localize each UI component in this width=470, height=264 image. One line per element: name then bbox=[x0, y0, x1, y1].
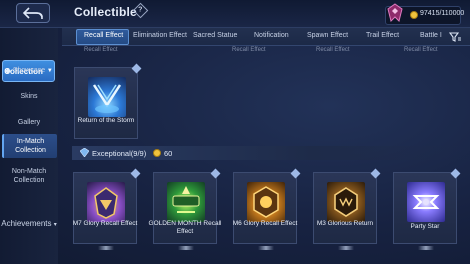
return-of-the-storm-thumbnail bbox=[88, 77, 126, 117]
coin-icon bbox=[153, 149, 161, 157]
sidebar: Collection ▼ Showcase Skins Gallery In-M… bbox=[0, 28, 58, 264]
row-separator bbox=[98, 246, 114, 250]
rank-emblem-icon bbox=[387, 3, 403, 22]
partial-item-label: Recall Effect bbox=[404, 47, 438, 53]
row-separator bbox=[418, 246, 434, 250]
sidebar-item-non-match-collection[interactable]: Non-Match Collection bbox=[0, 167, 58, 185]
collection-card[interactable] bbox=[74, 63, 142, 139]
m3-emblem-icon bbox=[334, 187, 358, 217]
storm-icon bbox=[92, 84, 122, 113]
partial-item-label: Recall Effect bbox=[316, 47, 350, 53]
exceptional-gem-icon bbox=[80, 148, 89, 157]
golden-month-thumbnail bbox=[167, 182, 205, 222]
party-star-thumbnail bbox=[407, 182, 445, 222]
back-arrow-icon bbox=[22, 7, 43, 19]
sidebar-item-gallery[interactable]: Gallery bbox=[0, 118, 58, 127]
info-glyph: ? bbox=[138, 7, 143, 14]
card-name: Return of the Storm bbox=[77, 117, 135, 124]
partial-item-label: Recall Effect bbox=[232, 47, 266, 53]
partial-item-label: Recall Effect bbox=[84, 47, 118, 53]
back-button[interactable] bbox=[16, 3, 50, 23]
tab-elimination-effect[interactable]: Elimination Effect bbox=[133, 32, 187, 39]
corner-gem-icon bbox=[370, 168, 381, 179]
top-bar: Collectible ? 97415/110000 bbox=[0, 0, 470, 28]
row-separator bbox=[178, 246, 194, 250]
currency-value: 97415/110000 bbox=[420, 10, 465, 17]
filter-button[interactable] bbox=[448, 30, 462, 44]
m6-emblem-icon bbox=[253, 186, 279, 218]
sidebar-item-achievements[interactable]: Achievements ▾ bbox=[0, 219, 58, 228]
card-name: M3 Glorious Return bbox=[316, 220, 374, 227]
tab-trail-effect[interactable]: Trail Effect bbox=[366, 32, 399, 39]
m3-glorious-return-thumbnail bbox=[327, 182, 365, 222]
collection-card[interactable] bbox=[393, 168, 461, 244]
card-name: M7 Glory Recall Effect bbox=[72, 220, 138, 227]
tab-notification[interactable]: Notification bbox=[254, 32, 289, 39]
collection-card[interactable] bbox=[73, 168, 141, 244]
chevron-down-icon: ▾ bbox=[53, 222, 57, 228]
filter-icon bbox=[449, 32, 461, 42]
m7-emblem-icon bbox=[94, 187, 118, 219]
page-title: Collectible bbox=[74, 5, 137, 19]
party-star-emblem-icon bbox=[412, 195, 440, 209]
section-count: 60 bbox=[164, 149, 173, 158]
m6-glory-thumbnail bbox=[247, 182, 285, 222]
sidebar-item-in-match-collection[interactable]: In-Match Collection bbox=[2, 134, 57, 158]
coin-icon bbox=[410, 11, 418, 19]
card-name: Party Star bbox=[410, 223, 440, 230]
sidebar-achievements-label: Achievements bbox=[1, 219, 52, 228]
corner-gem-icon bbox=[131, 63, 142, 74]
collection-card[interactable] bbox=[233, 168, 301, 244]
sidebar-item-showcase[interactable]: Showcase bbox=[0, 66, 58, 75]
card-name: M6 Glory Recall Effect bbox=[232, 220, 298, 227]
golden-month-emblem-icon bbox=[172, 186, 200, 213]
collection-card[interactable] bbox=[313, 168, 381, 244]
sidebar-item-label: In-Match Collection bbox=[15, 138, 46, 154]
corner-gem-icon bbox=[290, 168, 301, 179]
tab-battle[interactable]: Battle I bbox=[420, 32, 444, 39]
sidebar-item-skins[interactable]: Skins bbox=[0, 92, 58, 101]
m7-glory-thumbnail bbox=[87, 182, 125, 222]
row-separator bbox=[338, 246, 354, 250]
tab-recall-effect[interactable]: Recall Effect bbox=[84, 32, 123, 39]
tab-sacred-statue[interactable]: Sacred Statue bbox=[193, 32, 237, 39]
card-name: GOLDEN MONTH Recall Effect bbox=[148, 220, 222, 235]
tab-spawn-effect[interactable]: Spawn Effect bbox=[307, 32, 348, 39]
corner-gem-icon bbox=[130, 168, 141, 179]
section-title: Exceptional(9/9) bbox=[92, 149, 147, 158]
content-area: Recall Effect Recall Effect Recall Effec… bbox=[62, 46, 470, 264]
corner-gem-icon bbox=[450, 168, 461, 179]
row-separator bbox=[258, 246, 274, 250]
corner-gem-icon bbox=[210, 168, 221, 179]
